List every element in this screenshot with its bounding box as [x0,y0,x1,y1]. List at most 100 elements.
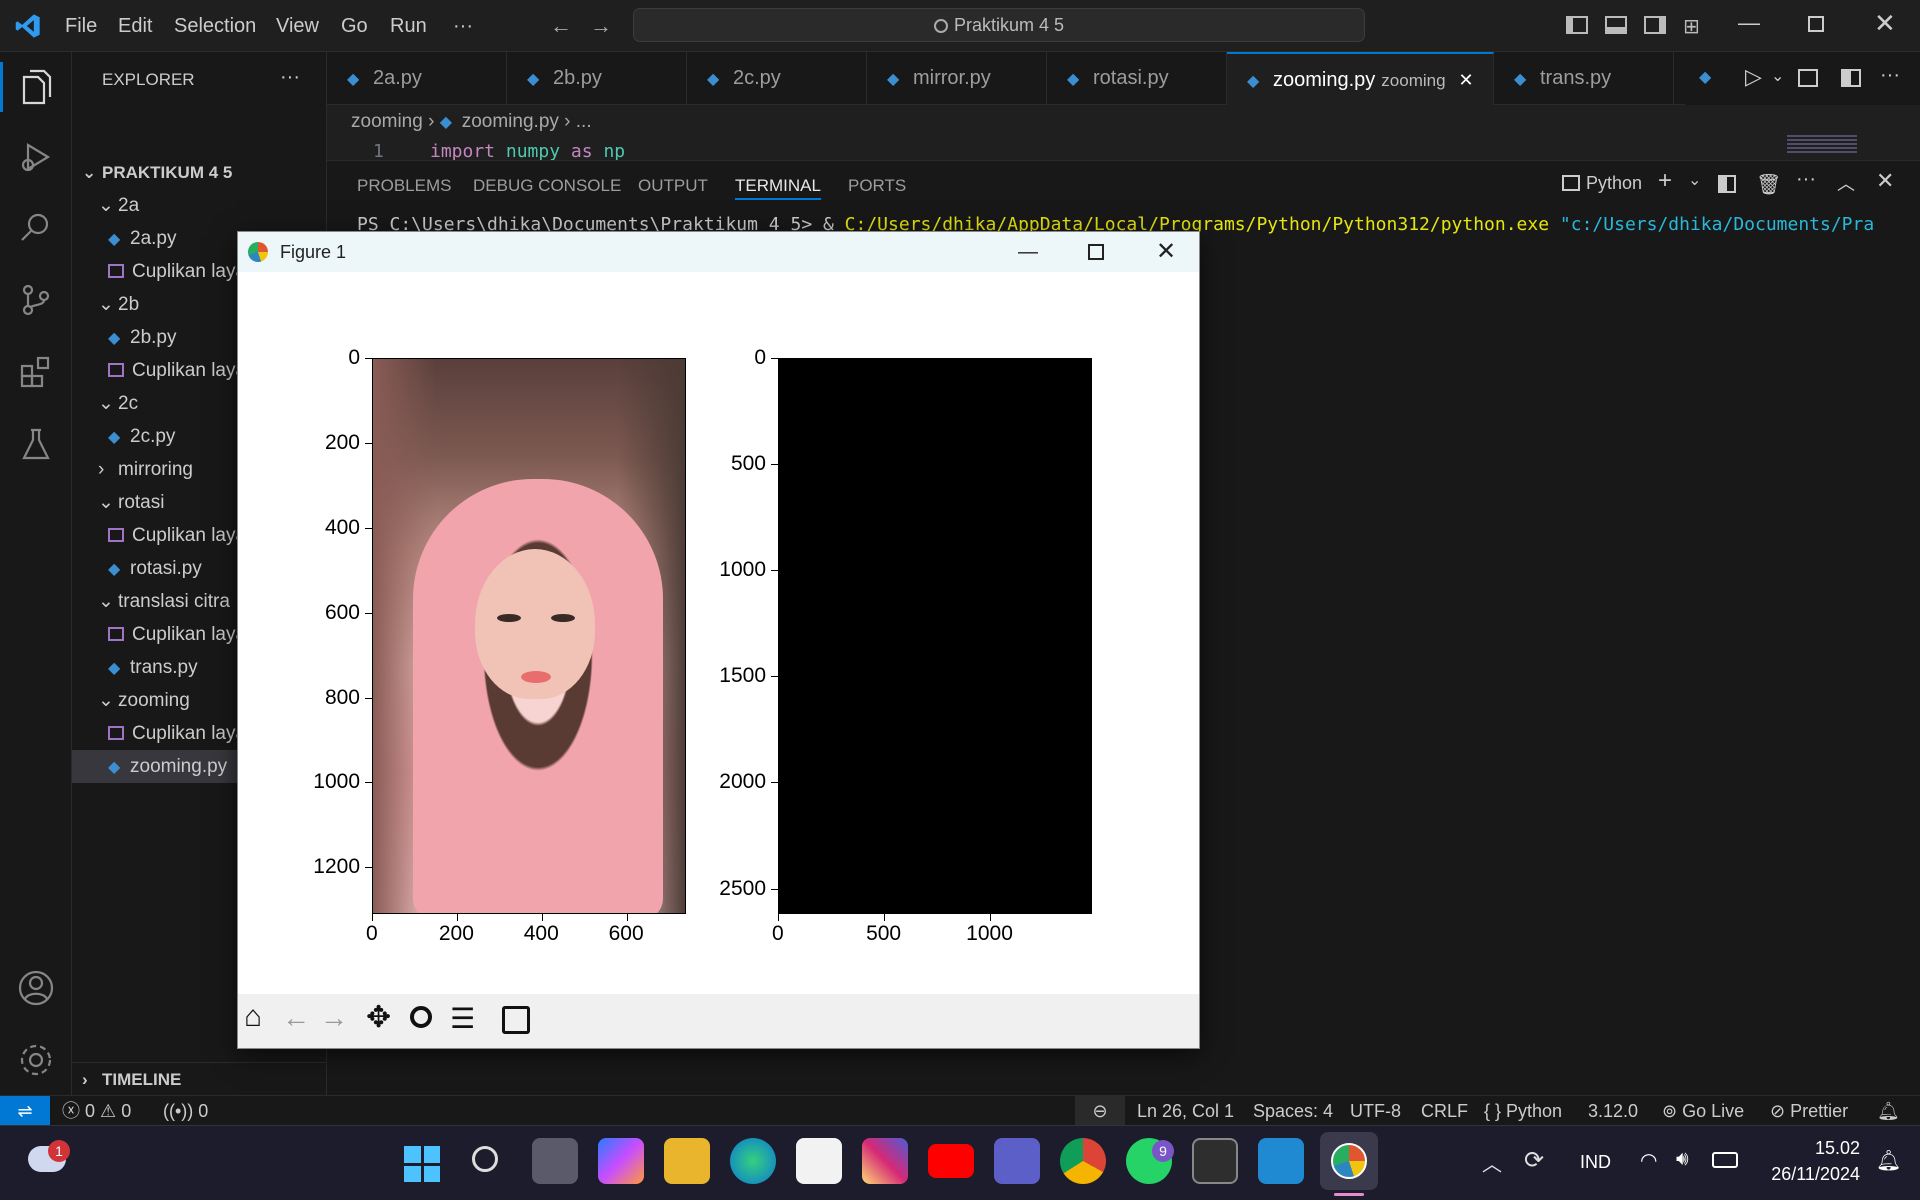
figure-maximize-icon[interactable] [1088,244,1104,260]
toggle-secondary-sidebar-icon[interactable] [1644,16,1666,34]
settings-gear-icon[interactable] [16,1040,56,1080]
tab-rotasi-py[interactable]: ◆ rotasi.py [1047,52,1227,105]
chrome-icon[interactable] [1060,1138,1106,1184]
breadcrumb-file[interactable]: zooming.py [462,111,559,132]
back-icon[interactable]: ← [282,1002,310,1034]
forward-icon[interactable]: → [320,1002,348,1034]
tab-2a-py[interactable]: ◆ 2a.py [327,52,507,105]
save-figure-icon[interactable] [502,1006,530,1034]
start-windows-icon[interactable] [404,1146,440,1182]
terminal-shell-selector[interactable]: Python [1562,173,1642,194]
menu-more[interactable]: ··· [453,0,473,52]
toggle-panel-icon[interactable] [1605,16,1627,34]
zoom-out-icon[interactable]: ⊖ [1075,1096,1125,1126]
taskbar-search-icon[interactable] [472,1146,498,1172]
run-dropdown-chevron-icon[interactable]: ⌄ [1771,66,1784,86]
file-explorer-icon[interactable] [664,1138,710,1184]
explorer-more-icon[interactable]: ··· [280,66,300,89]
indentation[interactable]: Spaces: 4 [1253,1096,1333,1126]
tab-output[interactable]: OUTPUT [638,160,708,212]
menu-file[interactable]: File [65,0,97,52]
pan-icon[interactable]: ✥ [366,1000,391,1035]
zoom-icon[interactable] [410,1006,432,1028]
restore-icon[interactable] [1808,16,1824,32]
configure-subplots-icon[interactable]: ☰ [450,1002,475,1035]
folder-item[interactable]: ⌄ 2a [72,189,327,222]
panel-more-icon[interactable]: ··· [1796,168,1816,191]
editor-more-icon[interactable]: ··· [1880,64,1900,87]
split-terminal-icon[interactable] [1718,175,1736,193]
extensions-icon[interactable] [18,354,54,390]
tab-ports[interactable]: PORTS [848,160,906,212]
breadcrumb-symbol[interactable]: ... [576,111,592,132]
open-changes-icon[interactable] [1798,69,1818,87]
code-line[interactable]: import numpy as np [430,141,625,160]
cursor-position[interactable]: Ln 26, Col 1 [1137,1096,1234,1126]
battery-icon[interactable] [1712,1152,1738,1168]
python-version[interactable]: 3.12.0 [1588,1096,1638,1126]
notifications-bell-icon[interactable]: 🔔︎ [1877,1096,1900,1126]
encoding[interactable]: UTF-8 [1350,1096,1401,1126]
accounts-icon[interactable] [16,968,56,1008]
close-panel-icon[interactable]: ✕ [1876,168,1894,194]
tab-2b-py[interactable]: ◆ 2b.py [507,52,687,105]
show-hidden-icons-chevron-icon[interactable]: ︿ [1482,1148,1502,1177]
testing-flask-icon[interactable] [18,426,54,462]
sync-icon[interactable]: ⟳ [1524,1146,1544,1175]
forward-arrow-icon[interactable]: → [590,13,612,39]
youtube-icon[interactable] [928,1144,974,1178]
problems-counter[interactable]: ⓧ 0 ⚠ 0 [62,1096,131,1126]
tab-debug-console[interactable]: DEBUG CONSOLE [473,160,621,212]
tab-problems[interactable]: PROBLEMS [357,160,451,212]
split-editor-icon[interactable] [1841,69,1861,87]
language-mode[interactable]: { } Python [1484,1096,1562,1126]
run-python-file-icon[interactable]: ▷ [1745,64,1762,90]
figure-title-bar[interactable]: Figure 1 — ✕ [238,232,1199,272]
ports-forwarded[interactable]: ((•)) 0 [163,1096,208,1126]
maximize-panel-chevron-up-icon[interactable]: ︿ [1837,170,1855,196]
menu-selection[interactable]: Selection [174,0,256,52]
microsoft-store-icon[interactable] [796,1138,842,1184]
terminal-app-icon[interactable] [1192,1138,1238,1184]
figure-close-icon[interactable]: ✕ [1156,232,1176,272]
vscode-taskbar-icon[interactable] [1258,1138,1304,1184]
line-ending[interactable]: CRLF [1421,1096,1468,1126]
customize-layout-icon[interactable]: ⊞ [1683,14,1700,39]
workspace-root[interactable]: ⌄ PRAKTIKUM 4 5 [72,156,327,189]
menu-view[interactable]: View [276,0,319,52]
minimap[interactable] [1787,135,1857,155]
wifi-icon[interactable]: ◠ [1640,1148,1657,1173]
minimize-icon[interactable]: — [1738,10,1760,36]
timeline-section[interactable]: › TIMELINE [72,1062,327,1095]
copilot-icon[interactable] [598,1138,644,1184]
go-live-button[interactable]: ⊚ Go Live [1662,1096,1744,1126]
kill-terminal-trash-icon[interactable]: 🗑 [1756,172,1781,197]
task-view-icon[interactable] [532,1138,578,1184]
tab-close-icon[interactable]: ✕ [1454,70,1474,90]
home-icon[interactable]: ⌂ [244,1000,262,1034]
new-terminal-plus-icon[interactable]: + [1658,167,1672,195]
tab-zooming-py[interactable]: ◆ zooming.py zooming ✕ [1227,52,1494,105]
back-arrow-icon[interactable]: ← [550,13,572,39]
edge-browser-icon[interactable] [730,1138,776,1184]
tab-trans-py[interactable]: ◆ trans.py [1494,52,1674,105]
run-debug-icon[interactable] [18,139,54,175]
figure-minimize-icon[interactable]: — [1018,232,1038,272]
notification-center-bell-icon[interactable]: 🔔︎ [1876,1148,1901,1173]
input-language[interactable]: IND [1580,1152,1611,1173]
command-center-search[interactable]: Praktikum 4 5 [633,8,1365,42]
close-window-icon[interactable]: ✕ [1874,8,1896,39]
remote-indicator-icon[interactable]: ⇌ [0,1096,50,1126]
tab-mirror-py[interactable]: ◆ mirror.py [867,52,1047,105]
search-view-icon[interactable] [18,210,54,246]
toggle-primary-sidebar-icon[interactable] [1566,16,1588,34]
source-control-icon[interactable] [18,282,54,318]
tab-2c-py[interactable]: ◆ 2c.py [687,52,867,105]
tab-terminal[interactable]: TERMINAL [735,160,821,200]
teams-icon[interactable] [994,1138,1040,1184]
prettier-status[interactable]: ⊘ Prettier [1770,1096,1848,1126]
explorer-icon[interactable] [18,67,54,107]
menu-go[interactable]: Go [341,0,368,52]
menu-run[interactable]: Run [390,0,427,52]
breadcrumb-folder[interactable]: zooming [351,111,423,132]
